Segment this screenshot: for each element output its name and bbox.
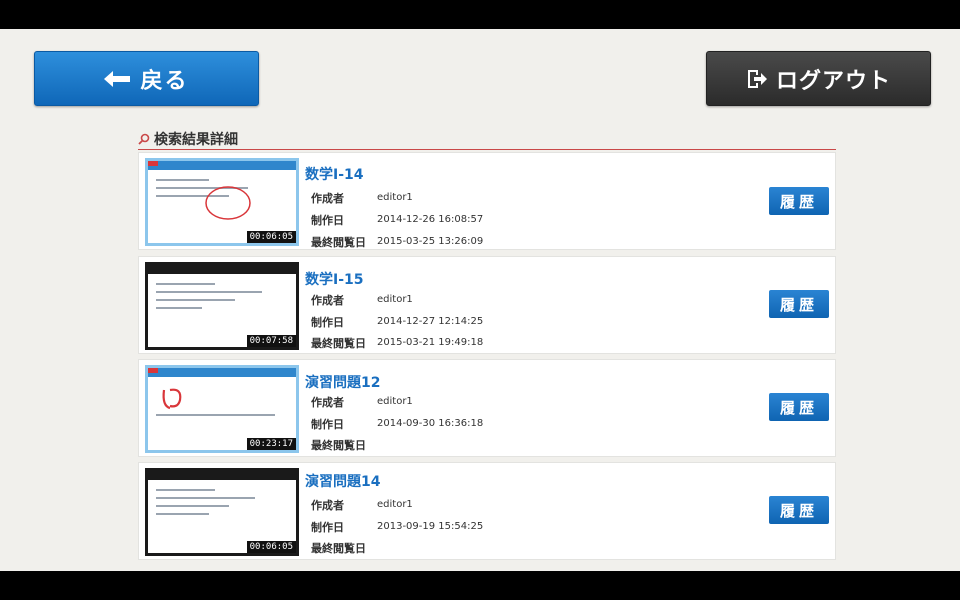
last-viewed-label: 最終閲覧日 — [311, 542, 366, 555]
result-item[interactable]: 00:06:05 演習問題14 作成者 editor1 制作日 2013-09-… — [138, 462, 836, 560]
section-title: 検索結果詳細 — [154, 131, 238, 148]
author-label: 作成者 — [311, 396, 344, 409]
result-item[interactable]: 00:23:17 演習問題12 作成者 editor1 制作日 2014-09-… — [138, 359, 836, 457]
arrow-left-icon — [104, 70, 131, 87]
author-value: editor1 — [377, 192, 413, 203]
last-viewed-label: 最終閲覧日 — [311, 236, 366, 249]
history-button[interactable]: 履歴 — [769, 187, 829, 215]
search-icon — [138, 133, 150, 145]
created-label: 制作日 — [311, 418, 344, 431]
duration-badge: 00:06:05 — [246, 231, 296, 243]
result-item[interactable]: 00:07:58 数学I-15 作成者 editor1 制作日 2014-12-… — [138, 256, 836, 354]
created-value: 2014-09-30 16:36:18 — [377, 418, 484, 429]
duration-badge: 00:23:17 — [246, 438, 296, 450]
last-viewed-value: 2015-03-25 13:26:09 — [377, 236, 484, 247]
author-value: editor1 — [377, 294, 413, 305]
last-viewed-label: 最終閲覧日 — [311, 439, 366, 452]
video-thumbnail[interactable]: 00:06:05 — [145, 468, 299, 556]
video-thumbnail[interactable]: 00:23:17 — [145, 365, 299, 453]
result-title[interactable]: 数学I-15 — [305, 269, 364, 289]
last-viewed-label: 最終閲覧日 — [311, 337, 366, 350]
created-value: 2014-12-27 12:14:25 — [377, 316, 484, 327]
created-label: 制作日 — [311, 316, 344, 329]
logout-icon — [746, 68, 768, 90]
result-title[interactable]: 演習問題14 — [305, 471, 380, 491]
history-button[interactable]: 履歴 — [769, 290, 829, 318]
back-button-label: 戻る — [140, 68, 189, 94]
result-item[interactable]: 00:06:05 数学I-14 作成者 editor1 制作日 2014-12-… — [138, 152, 836, 250]
app-screen: 戻る ログアウト 検索結果詳細 00:06:05 数学I-14 作成者 edit… — [0, 29, 960, 571]
result-title[interactable]: 数学I-14 — [305, 164, 364, 184]
video-thumbnail[interactable]: 00:06:05 — [145, 158, 299, 246]
duration-badge: 00:07:58 — [246, 335, 296, 347]
author-value: editor1 — [377, 499, 413, 510]
video-thumbnail[interactable]: 00:07:58 — [145, 262, 299, 350]
history-button[interactable]: 履歴 — [769, 496, 829, 524]
section-header: 検索結果詳細 — [138, 128, 836, 150]
author-value: editor1 — [377, 396, 413, 407]
created-value: 2013-09-19 15:54:25 — [377, 521, 484, 532]
created-label: 制作日 — [311, 521, 344, 534]
author-label: 作成者 — [311, 294, 344, 307]
logout-button-label: ログアウト — [775, 68, 891, 94]
back-button[interactable]: 戻る — [34, 51, 259, 106]
history-button[interactable]: 履歴 — [769, 393, 829, 421]
created-label: 制作日 — [311, 214, 344, 227]
result-title[interactable]: 演習問題12 — [305, 372, 380, 392]
duration-badge: 00:06:05 — [246, 541, 296, 553]
author-label: 作成者 — [311, 192, 344, 205]
last-viewed-value: 2015-03-21 19:49:18 — [377, 337, 484, 348]
author-label: 作成者 — [311, 499, 344, 512]
logout-button[interactable]: ログアウト — [706, 51, 931, 106]
created-value: 2014-12-26 16:08:57 — [377, 214, 484, 225]
